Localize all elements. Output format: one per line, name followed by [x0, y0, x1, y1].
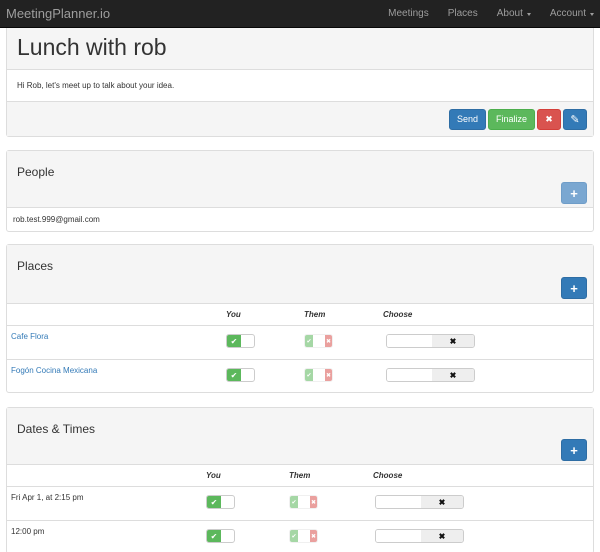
cancel-meeting-button[interactable]: ✖ [537, 108, 561, 130]
close-icon: ✖ [421, 530, 463, 542]
nav-account-label: Account [549, 8, 586, 19]
places-table-header: You Them Choose [7, 304, 593, 326]
you-toggle[interactable]: ✔ [226, 368, 255, 382]
place-row: Fogón Cocina Mexicana ✔ ✔ ✖ ✖ [7, 360, 593, 392]
column-choose: Choose [373, 471, 403, 480]
date-label: Fri Apr 1, at 2:15 pm [11, 493, 84, 502]
close-icon: ✖ [432, 369, 474, 381]
dates-heading: Dates & Times + [7, 408, 593, 465]
check-icon: ✔ [305, 369, 313, 381]
close-icon: ✖ [545, 113, 553, 124]
brand-logo[interactable]: MeetingPlanner.io [6, 6, 110, 21]
check-icon: ✔ [207, 496, 221, 508]
close-icon: ✖ [325, 369, 332, 381]
you-toggle[interactable]: ✔ [206, 495, 235, 509]
add-person-button[interactable]: + [561, 182, 587, 204]
person-email: rob.test.999@gmail.com [13, 215, 100, 224]
nav-about-label: About [496, 8, 523, 19]
close-icon: ✖ [310, 530, 317, 542]
them-status: ✔ ✖ [289, 495, 318, 509]
nav-places[interactable]: Places [448, 8, 478, 19]
nav-meetings[interactable]: Meetings [388, 8, 429, 19]
add-date-button[interactable]: + [561, 439, 587, 461]
column-you: You [226, 310, 241, 319]
person-item: rob.test.999@gmail.com [7, 208, 593, 231]
dates-table-header: You Them Choose [7, 465, 593, 487]
navbar: MeetingPlanner.io Meetings Places About … [0, 0, 600, 28]
them-status: ✔ ✖ [289, 529, 318, 543]
dates-panel: Dates & Times + You Them Choose Fri Apr … [6, 407, 594, 552]
places-title: Places [17, 259, 54, 273]
nav-links: Meetings Places About Account [369, 8, 594, 19]
nav-places-label: Places [447, 8, 478, 19]
choose-toggle[interactable]: ✖ [375, 495, 464, 509]
column-them: Them [289, 471, 311, 480]
choose-toggle[interactable]: ✖ [375, 529, 464, 543]
people-panel: People + rob.test.999@gmail.com [6, 150, 594, 232]
you-toggle[interactable]: ✔ [226, 334, 255, 348]
caret-down-icon [526, 12, 531, 16]
people-title: People [17, 165, 55, 179]
caret-down-icon [590, 12, 594, 16]
finalize-button[interactable]: Finalize [488, 108, 535, 130]
check-icon: ✔ [290, 496, 298, 508]
check-icon: ✔ [227, 335, 241, 347]
nav-account-dropdown[interactable]: Account [550, 8, 594, 19]
places-heading: Places + [7, 245, 593, 304]
meeting-heading: Lunch with rob [7, 28, 593, 70]
date-row: Fri Apr 1, at 2:15 pm ✔ ✔ ✖ ✖ [7, 487, 593, 521]
column-choose: Choose [383, 310, 413, 319]
plus-icon: + [570, 185, 578, 201]
check-icon: ✔ [305, 335, 313, 347]
place-link[interactable]: Cafe Flora [11, 332, 48, 341]
close-icon: ✖ [310, 496, 317, 508]
plus-icon: + [570, 280, 578, 296]
column-them: Them [304, 310, 326, 319]
close-icon: ✖ [432, 335, 474, 347]
dates-title: Dates & Times [17, 422, 96, 436]
places-panel: Places + You Them Choose Cafe Flora ✔ ✔ ✖… [6, 244, 594, 393]
send-button[interactable]: Send [449, 108, 486, 130]
column-you: You [206, 471, 221, 480]
date-label: 12:00 pm [11, 527, 45, 536]
edit-meeting-button[interactable]: ✎ [563, 108, 587, 130]
nav-about-dropdown[interactable]: About [497, 8, 531, 19]
pencil-icon: ✎ [570, 113, 580, 126]
meeting-message: Hi Rob, let's meet up to talk about your… [7, 70, 593, 102]
meeting-panel: Lunch with rob Hi Rob, let's meet up to … [6, 28, 594, 137]
plus-icon: + [570, 442, 578, 458]
choose-toggle[interactable]: ✖ [386, 334, 475, 348]
date-row: 12:00 pm ✔ ✔ ✖ ✖ [7, 521, 593, 552]
check-icon: ✔ [290, 530, 298, 542]
choose-toggle[interactable]: ✖ [386, 368, 475, 382]
check-icon: ✔ [227, 369, 241, 381]
them-status: ✔ ✖ [304, 368, 333, 382]
close-icon: ✖ [421, 496, 463, 508]
place-link[interactable]: Fogón Cocina Mexicana [11, 366, 97, 375]
close-icon: ✖ [325, 335, 332, 347]
nav-meetings-label: Meetings [388, 8, 429, 19]
add-place-button[interactable]: + [561, 277, 587, 299]
check-icon: ✔ [207, 530, 221, 542]
meeting-title: Lunch with rob [17, 34, 167, 60]
you-toggle[interactable]: ✔ [206, 529, 235, 543]
place-row: Cafe Flora ✔ ✔ ✖ ✖ [7, 326, 593, 360]
meeting-actions: Send Finalize ✖ ✎ [7, 102, 593, 136]
people-heading: People + [7, 151, 593, 208]
them-status: ✔ ✖ [304, 334, 333, 348]
